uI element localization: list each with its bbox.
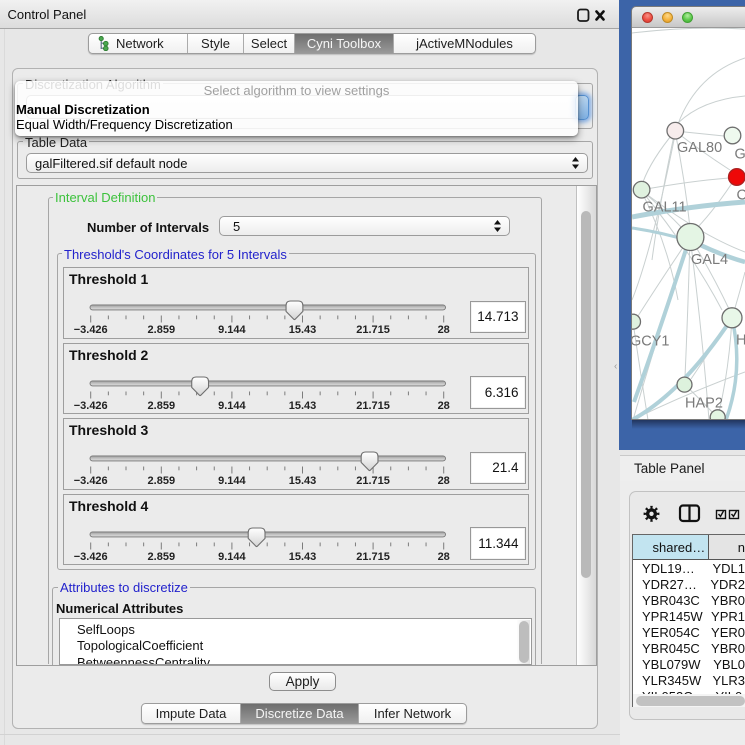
svg-text:GAL4: GAL4 (691, 252, 728, 268)
svg-text:GAL80: GAL80 (677, 140, 722, 156)
svg-text:GCY1: GCY1 (632, 334, 670, 350)
svg-text:15.43: 15.43 (289, 400, 317, 412)
svg-text:−3.426: −3.426 (74, 324, 108, 336)
svg-text:GA: GA (735, 147, 745, 163)
svg-text:21.715: 21.715 (356, 400, 390, 412)
svg-text:CD: CD (737, 188, 745, 204)
svg-text:2.859: 2.859 (148, 324, 176, 336)
svg-text:9.144: 9.144 (218, 475, 246, 487)
svg-text:−3.426: −3.426 (74, 475, 108, 487)
svg-text:28: 28 (438, 400, 450, 412)
svg-text:HI: HI (736, 333, 745, 349)
svg-text:9.144: 9.144 (218, 551, 246, 563)
svg-text:9.144: 9.144 (218, 400, 246, 412)
svg-text:2.859: 2.859 (148, 400, 176, 412)
svg-text:15.43: 15.43 (289, 551, 317, 563)
svg-text:HAP2: HAP2 (685, 396, 723, 412)
svg-text:9.144: 9.144 (218, 324, 246, 336)
svg-text:21.715: 21.715 (356, 324, 390, 336)
svg-text:2.859: 2.859 (148, 475, 176, 487)
svg-text:21.715: 21.715 (356, 475, 390, 487)
svg-text:28: 28 (438, 475, 450, 487)
svg-text:2.859: 2.859 (148, 551, 176, 563)
svg-text:21.715: 21.715 (356, 551, 390, 563)
svg-text:GAL11: GAL11 (643, 200, 687, 216)
svg-text:15.43: 15.43 (289, 475, 317, 487)
svg-text:15.43: 15.43 (289, 324, 317, 336)
svg-text:28: 28 (438, 324, 450, 336)
svg-text:28: 28 (438, 551, 450, 563)
svg-text:−3.426: −3.426 (74, 551, 108, 563)
svg-text:−3.426: −3.426 (74, 400, 108, 412)
